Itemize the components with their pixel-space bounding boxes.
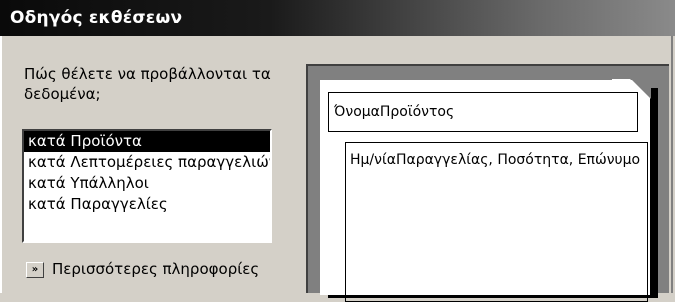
report-preview-pane: ΌνομαΠροϊόντος Ημ/νίαΠαραγγελίας, Ποσότη… [306, 64, 669, 302]
prompt-line-2: δεδομένα; [24, 85, 101, 103]
view-by-listbox[interactable]: κατά Προϊόντα κατά Λεπτομέρειες παραγγελ… [22, 129, 272, 243]
detail-fields: Ημ/νίαΠαραγγελίας, Ποσότητα, Επώνυμο [345, 142, 648, 302]
more-info-label[interactable]: Περισσότερες πληροφορίες [52, 260, 259, 278]
more-info-button[interactable]: » [26, 262, 44, 278]
title-bar: Οδηγός εκθέσεων [0, 0, 675, 36]
preview-page: ΌνομαΠροϊόντος Ημ/νίαΠαραγγελίας, Ποσότη… [320, 79, 651, 302]
view-prompt: Πώς θέλετε να προβάλλονται τα δεδομένα; [24, 64, 294, 104]
group-header-field: ΌνομαΠροϊόντος [328, 92, 638, 132]
prompt-line-1: Πώς θέλετε να προβάλλονται τα [24, 65, 271, 83]
window-title: Οδηγός εκθέσεων [10, 8, 183, 28]
double-chevron-right-icon: » [31, 264, 39, 275]
list-item-by-order-details[interactable]: κατά Λεπτομέρειες παραγγελιών [24, 152, 270, 173]
list-item-by-orders[interactable]: κατά Παραγγελίες [24, 194, 270, 215]
list-item-by-employees[interactable]: κατά Υπάλληλοι [24, 173, 270, 194]
list-item-by-products[interactable]: κατά Προϊόντα [24, 131, 270, 152]
